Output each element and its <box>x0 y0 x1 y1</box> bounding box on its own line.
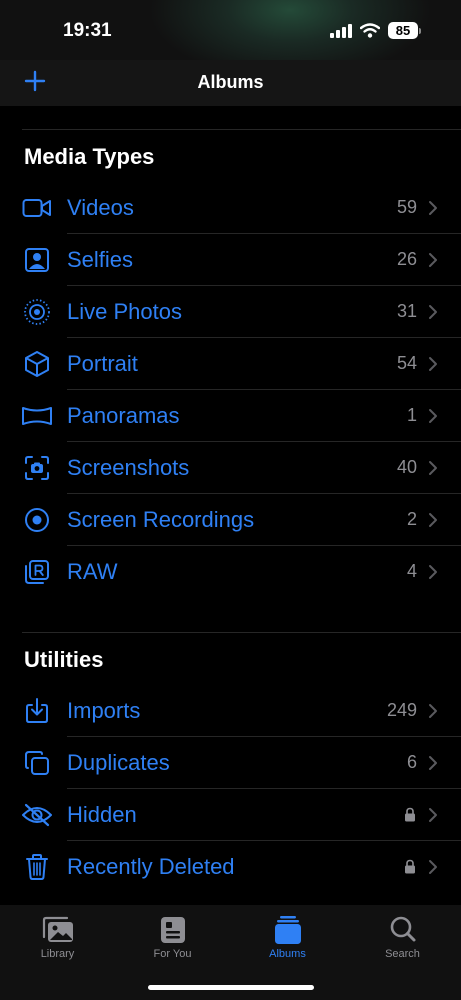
album-label: Hidden <box>67 802 137 827</box>
chevron-right-icon <box>429 704 437 718</box>
tab-albums[interactable]: Albums <box>230 915 345 960</box>
chevron-right-icon <box>429 461 437 475</box>
import-icon <box>20 697 54 725</box>
chevron-right-icon <box>429 201 437 215</box>
album-row-screenshots[interactable]: Screenshots 40 <box>0 442 461 494</box>
section-divider <box>22 632 461 633</box>
home-indicator <box>148 985 314 990</box>
album-label: Screenshots <box>67 455 190 480</box>
status-time: 19:31 <box>63 20 112 41</box>
album-count: 4 <box>406 561 417 581</box>
chevron-right-icon <box>429 513 437 527</box>
album-label: Panoramas <box>67 403 180 428</box>
video-icon <box>20 194 54 222</box>
section-divider <box>22 129 461 130</box>
for-you-icon <box>160 917 185 943</box>
trash-icon <box>20 853 54 881</box>
album-row-videos[interactable]: Videos 59 <box>0 182 461 234</box>
chevron-right-icon <box>429 860 437 874</box>
album-row-recently-deleted[interactable]: Recently Deleted <box>0 841 461 893</box>
battery-icon: 85 <box>388 22 421 39</box>
album-count: 249 <box>386 700 417 720</box>
album-label: Recently Deleted <box>67 854 235 879</box>
tab-search[interactable]: Search <box>345 915 460 960</box>
tab-label: For You <box>153 948 192 960</box>
album-label: Selfies <box>67 247 134 272</box>
album-row-selfies[interactable]: Selfies 26 <box>0 234 461 286</box>
album-label: Duplicates <box>67 750 170 775</box>
chevron-right-icon <box>429 409 437 423</box>
page-title: Albums <box>197 72 264 92</box>
album-label: Live Photos <box>67 299 182 324</box>
album-count: 59 <box>396 197 417 217</box>
tab-label: Library <box>40 948 75 960</box>
eye-slash-icon <box>20 801 54 829</box>
lock-icon <box>405 807 415 822</box>
album-count: 40 <box>396 457 417 477</box>
album-count: 2 <box>406 509 417 529</box>
album-row-raw[interactable]: RAW 4 <box>0 546 461 598</box>
tab-for-you[interactable]: For You <box>115 915 230 960</box>
tab-label: Albums <box>269 948 306 960</box>
album-count: 6 <box>406 752 417 772</box>
chevron-right-icon <box>429 357 437 371</box>
album-row-hidden[interactable]: Hidden <box>0 789 461 841</box>
album-row-portrait[interactable]: Portrait 54 <box>0 338 461 390</box>
chevron-right-icon <box>429 305 437 319</box>
live-photo-icon <box>20 298 54 326</box>
cube-icon <box>20 350 54 378</box>
section-title-media-types: Media Types <box>24 144 155 169</box>
album-count: 31 <box>396 301 417 321</box>
tab-library[interactable]: Library <box>0 915 115 960</box>
screenshot-icon <box>20 454 54 482</box>
album-row-duplicates[interactable]: Duplicates 6 <box>0 737 461 789</box>
photo-library-icon <box>42 916 73 942</box>
album-row-screen-recordings[interactable]: Screen Recordings 2 <box>0 494 461 546</box>
wifi-icon <box>360 23 380 38</box>
duplicates-icon <box>20 749 54 777</box>
cellular-signal-icon <box>330 23 352 38</box>
album-label: RAW <box>67 559 118 584</box>
chevron-right-icon <box>429 253 437 267</box>
albums-icon <box>274 916 301 944</box>
album-label: Portrait <box>67 351 138 376</box>
album-count: 1 <box>406 405 417 425</box>
album-count: 54 <box>396 353 417 373</box>
status-bar: 19:31 85 <box>0 0 461 60</box>
chevron-right-icon <box>429 808 437 822</box>
chevron-right-icon <box>429 756 437 770</box>
section-title-utilities: Utilities <box>24 647 104 672</box>
raw-icon <box>20 558 54 586</box>
panorama-icon <box>20 402 54 430</box>
album-row-imports[interactable]: Imports 249 <box>0 685 461 737</box>
search-icon <box>390 916 415 942</box>
album-label: Screen Recordings <box>67 507 255 532</box>
lock-icon <box>405 859 415 874</box>
tab-label: Search <box>385 948 420 960</box>
battery-level: 85 <box>388 22 418 39</box>
selfie-icon <box>20 246 54 274</box>
chevron-right-icon <box>429 565 437 579</box>
album-label: Imports <box>67 698 141 723</box>
screen-recording-icon <box>20 506 54 534</box>
album-row-panoramas[interactable]: Panoramas 1 <box>0 390 461 442</box>
album-count: 26 <box>396 249 417 269</box>
album-label: Videos <box>67 195 134 220</box>
album-row-live-photos[interactable]: Live Photos 31 <box>0 286 461 338</box>
